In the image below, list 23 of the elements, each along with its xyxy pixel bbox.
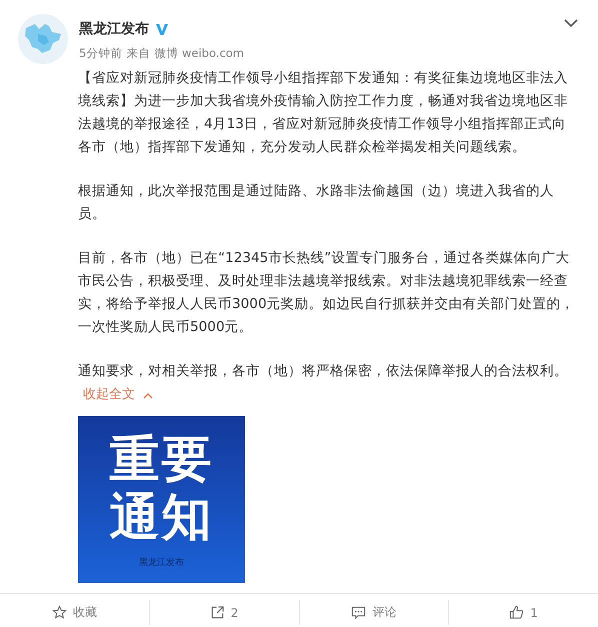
post-paragraph: 根据通知，此次举报范围是通过陆路、水路非法偷越国（边）境进入我省的人员。 (78, 182, 555, 224)
notice-caption: 黑龙江发布 (139, 556, 184, 569)
favorite-button[interactable]: 收藏 (48, 602, 101, 623)
chevron-down-icon[interactable] (564, 18, 578, 28)
repost-button[interactable]: 2 (206, 603, 242, 622)
notice-image[interactable]: 重要 通知 黑龙江发布 (78, 416, 245, 583)
caret-up-icon (143, 392, 153, 398)
like-button[interactable]: 1 (505, 603, 542, 622)
notice-heading: 通知 (110, 488, 214, 546)
post-source[interactable]: 微博 weibo.com (154, 46, 244, 61)
comment-icon (351, 605, 366, 620)
thumbs-up-icon (509, 605, 524, 620)
post-paragraph: 【省应对新冠肺炎疫情工作领导小组指挥部下发通知：有奖征集边境地区非法入境线索】为进一步加大我省境外疫情输入防控工作力度，畅通对我省边境地区非法越境的举报途径，4月13日，省应对新冠肺炎疫情工作领导小组指挥部正式向各市（地）指挥部下发通知，充分发动人民群众检举揭发相关问题线索。 (78, 69, 569, 157)
post-paragraph: 通知要求，对相关举报，各市（地）将严格保密，依法保障举报人的合法权利。 (78, 362, 569, 381)
author-name[interactable]: 黑龙江发布 (79, 20, 149, 38)
comment-button[interactable]: 评论 (347, 602, 400, 623)
collapse-link[interactable]: 收起全文 (83, 385, 153, 405)
star-icon (52, 605, 67, 620)
post-time[interactable]: 5分钟前 (79, 46, 122, 61)
notice-heading: 重要 (110, 430, 214, 488)
source-prefix: 来自 (126, 46, 150, 61)
share-icon (210, 605, 225, 620)
post-paragraph: 目前，各市（地）已在“12345市长热线”设置专门服务台，通过各类媒体向广大市民公告，积极受理、及时处理非法越境举报线索。对非法越境犯罪线索一经查实，将给予举报人人民币3000元奖励。如边民自行抓获并交由有关部门处置的，一次性奖励人民币5000元。 (78, 249, 576, 337)
